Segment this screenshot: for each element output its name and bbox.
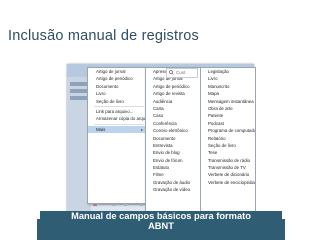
menu-item-manuscrito[interactable]: Manuscrito — [201, 83, 255, 90]
menu-item-verbete-de-dicionario[interactable]: Verbete de dicionário — [201, 171, 255, 178]
menu-item-caso[interactable]: Caso — [146, 112, 201, 119]
caption-line-1: Manual de campos básicos para formato — [71, 211, 251, 221]
item-type-submenu-1: Apresentação Artigo de jornal Artigo de … — [145, 67, 202, 221]
menu-item-conferencia[interactable]: Conferência — [146, 120, 201, 127]
menu-item-transmissao-de-tv[interactable]: Transmissão de TV — [201, 164, 255, 171]
menu-item-gravacao-de-audio[interactable]: Gravação de áudio — [146, 179, 201, 186]
menu-item-legislacao[interactable]: Legislação — [201, 68, 255, 75]
menu-separator — [94, 123, 144, 125]
menu-item-programa-de-computador[interactable]: Programa de computador — [201, 127, 255, 134]
menu-item-artigo-de-periodico[interactable]: Artigo de periódico — [146, 83, 201, 90]
menu-item-mais[interactable]: Mais ▸ — [88, 125, 146, 134]
menu-item-envio-de-blog[interactable]: Envio de blog — [146, 149, 201, 156]
menu-item-artigo-de-revista[interactable]: Artigo de revista — [146, 90, 201, 97]
menu-item-armazenar-copia[interactable]: Armazenar cópia do arquivo... — [88, 115, 146, 122]
menu-item-gravacao-de-video[interactable]: Gravação de vídeo — [146, 186, 201, 193]
menu-item-livro[interactable]: Livro — [88, 90, 146, 97]
collection-item[interactable] — [70, 89, 88, 93]
menu-item-correio-eletronico[interactable]: Correio eletrônico — [146, 127, 201, 134]
new-item-menu: Artigo de jornal Artigo de periódico Doc… — [87, 67, 147, 204]
slide-title: Inclusão manual de registros — [8, 28, 199, 44]
menu-item-secao-de-livro[interactable]: Seção de livro — [201, 142, 255, 149]
menu-item-envio-de-forum[interactable]: Envio de fórum — [146, 157, 201, 164]
menu-item-relatorio[interactable]: Relatório — [201, 135, 255, 142]
menu-item-documento[interactable]: Documento — [146, 135, 201, 142]
menu-item-livro[interactable]: Livro — [201, 75, 255, 82]
menu-item-mais-label: Mais — [96, 126, 106, 132]
menu-item-patente[interactable]: Patente — [201, 112, 255, 119]
search-icon — [169, 70, 174, 75]
menu-item-filme[interactable]: Filme — [146, 171, 201, 178]
menu-item-obra-de-arte[interactable]: Obra de arte — [201, 105, 255, 112]
menu-item-artigo-de-periodico[interactable]: Artigo de periódico — [88, 75, 146, 82]
menu-item-mapa[interactable]: Mapa — [201, 90, 255, 97]
menu-item-tese[interactable]: Tese — [201, 149, 255, 156]
submenu-arrow-icon: ▸ — [140, 126, 143, 132]
caption-line-2: ABNT — [148, 221, 174, 231]
menu-item-artigo-de-jornal[interactable]: Artigo de jornal — [88, 68, 146, 75]
menu-item-verbete-de-enciclopedia[interactable]: Verbete de enciclopédia — [201, 179, 255, 186]
slide-caption: Manual de campos básicos para formato AB… — [37, 211, 285, 231]
collection-item[interactable] — [70, 82, 88, 86]
menu-item-documento[interactable]: Documento — [88, 83, 146, 90]
menu-item-link-para-arquivo[interactable]: Link para arquivo... — [88, 108, 146, 115]
menu-item-carta[interactable]: Carta — [146, 105, 201, 112]
item-type-submenu-2: Legislação Livro Manuscrito Mapa Mensage… — [200, 67, 256, 221]
menu-item-entrevista[interactable]: Entrevista — [146, 142, 201, 149]
menu-item-estatuto[interactable]: Estatuto — [146, 164, 201, 171]
menu-item-mensagem-instantanea[interactable]: Mensagem instantânea — [201, 98, 255, 105]
menu-item-podcast[interactable]: Podcast — [201, 120, 255, 127]
menu-item-audiencia[interactable]: Audiência — [146, 98, 201, 105]
menu-item-secao-de-livro[interactable]: Seção de livro — [88, 98, 146, 105]
search-input[interactable]: Cust — [166, 68, 198, 78]
menu-item-transmissao-de-radio[interactable]: Transmissão de rádio — [201, 157, 255, 164]
collection-item[interactable] — [70, 96, 88, 100]
search-placeholder: Cust — [176, 70, 186, 75]
menu-separator — [94, 105, 144, 107]
